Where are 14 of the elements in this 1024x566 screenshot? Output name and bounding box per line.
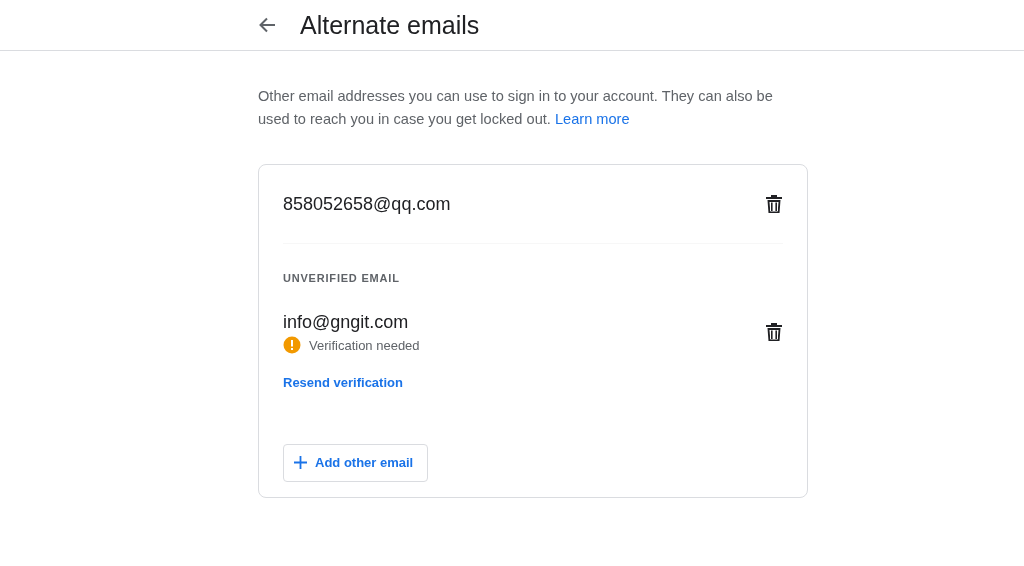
page-title: Alternate emails xyxy=(300,10,480,40)
description-text: Other email addresses you can use to sign in to your account. They can also be used to reach you in case you get locked out. Learn more xyxy=(258,87,774,129)
delete-icon[interactable] xyxy=(765,321,783,342)
back-arrow-icon[interactable] xyxy=(258,17,276,33)
plus-icon xyxy=(294,456,307,470)
section-heading: UNVERIFIED EMAIL xyxy=(283,271,401,286)
learn-more-link[interactable]: Learn more xyxy=(554,111,630,127)
email-address: 858052658@qq.com xyxy=(283,192,451,216)
email-address: info@gngit.com xyxy=(283,310,410,334)
warning-icon xyxy=(283,336,301,355)
add-email-button[interactable]: Add other email xyxy=(283,444,429,482)
status-text: Verification needed xyxy=(309,336,420,355)
delete-icon[interactable] xyxy=(765,194,783,214)
resend-link[interactable]: Resend verification xyxy=(283,373,403,393)
